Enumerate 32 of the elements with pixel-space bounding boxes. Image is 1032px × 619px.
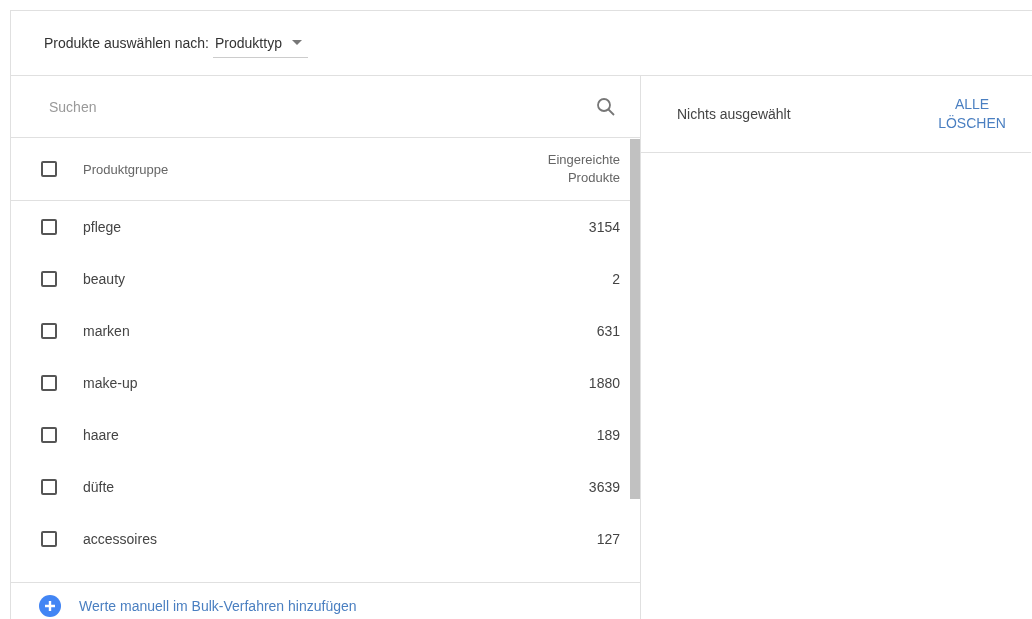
bulk-add-link[interactable]: Werte manuell im Bulk-Verfahren hinzufügen [79,598,357,614]
product-count: 189 [596,427,620,443]
caret-icon [291,40,302,45]
product-count: 1880 [588,375,620,391]
product-count: 2 [612,271,620,287]
product-group-name: beauty [83,271,127,287]
selection-status: Nichts ausgewählt [677,106,791,122]
column-header: Produktgruppe [83,161,170,177]
product-count: 631 [596,323,620,339]
row-checkbox[interactable] [41,479,57,495]
column-header: Eingereichte Produkte [546,151,620,187]
product-group-name: düfte [83,479,116,495]
product-count: 3154 [588,219,620,235]
product-group-name: marken [83,323,131,339]
selector-label: Produkte auswählen nach: [44,35,209,51]
row-checkbox[interactable] [41,323,57,339]
search-icon [596,96,616,117]
row-checkbox[interactable] [41,427,57,443]
scrollbar-thumb[interactable] [630,139,640,499]
clear-all-button[interactable]: ALLE LÖSCHEN [937,95,1007,133]
product-count: 127 [596,531,620,547]
product-group-name: haare [83,427,120,443]
row-checkbox[interactable] [41,219,57,235]
product-group-name: pflege [83,219,123,235]
row-checkbox[interactable] [41,271,57,287]
row-checkbox[interactable] [41,375,57,391]
product-type-dropdown[interactable]: Produkttyp [213,28,308,58]
select-all-checkbox[interactable] [41,161,57,177]
product-group-name: make-up [83,375,139,391]
product-group-name: accessoires [83,531,158,547]
row-checkbox[interactable] [41,531,57,547]
product-count: 3639 [588,479,620,495]
